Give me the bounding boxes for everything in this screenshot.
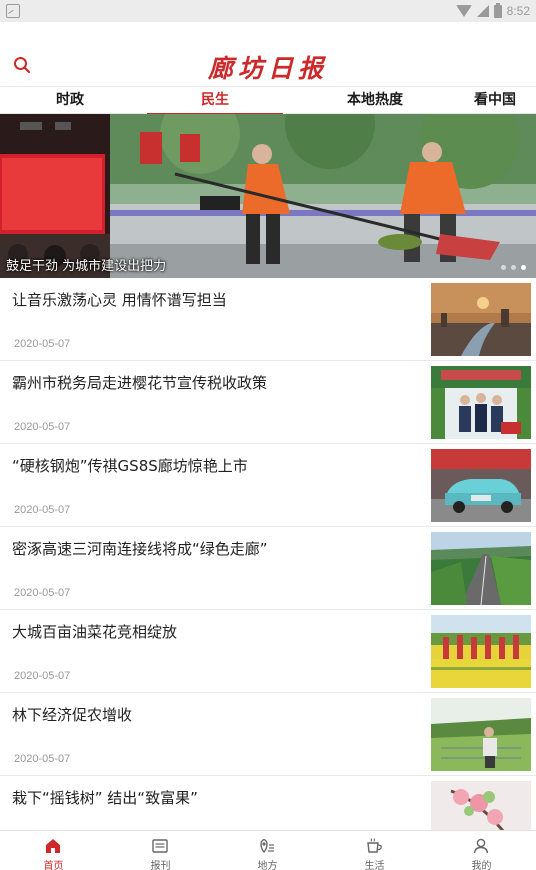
news-date: 2020-05-07 — [14, 670, 71, 682]
news-title: 林下经济促农增收 — [12, 706, 133, 724]
news-title: 大城百亩油菜花竞相绽放 — [12, 623, 178, 641]
status-bar: 8:52 — [0, 0, 536, 22]
nav-label: 报刊 — [150, 861, 171, 870]
news-thumbnail — [431, 283, 531, 356]
carousel-dot — [511, 265, 516, 270]
tab-local-hot[interactable]: 本地热度 — [318, 87, 432, 114]
news-date: 2020-05-07 — [14, 338, 71, 350]
banner-image — [0, 114, 536, 278]
wifi-icon — [455, 5, 472, 17]
news-thumbnail — [431, 698, 531, 771]
location-icon — [260, 838, 274, 854]
news-date: 2020-05-07 — [14, 587, 71, 599]
news-item[interactable]: “硬核钢炮”传祺GS8S廊坊惊艳上市 2020-05-07 — [0, 444, 536, 527]
home-icon — [46, 839, 60, 853]
news-date: 2020-05-07 — [14, 421, 71, 433]
news-item[interactable]: 大城百亩油菜花竞相绽放 2020-05-07 — [0, 610, 536, 693]
news-title: 霸州市税务局走进樱花节宣传税收政策 — [12, 374, 268, 392]
battery-icon — [493, 2, 502, 18]
nav-home[interactable]: 首页 — [0, 831, 107, 870]
news-thumbnail — [431, 449, 531, 522]
newspaper-icon — [152, 839, 168, 853]
news-item[interactable]: 林下经济促农增收 2020-05-07 — [0, 693, 536, 776]
news-thumbnail — [431, 615, 531, 688]
bottom-navigation: 首页 报刊 地方 生活 我的 — [0, 830, 536, 870]
status-time: 8:52 — [506, 4, 530, 18]
news-title: “硬核钢炮”传祺GS8S廊坊惊艳上市 — [12, 457, 248, 475]
nav-local[interactable]: 地方 — [214, 831, 321, 870]
app-logo: 廊坊日报 — [207, 54, 328, 83]
news-list: 让音乐激荡心灵 用情怀谱写担当 2020-05-07 霸州市税务局走进樱花节宣传… — [0, 278, 536, 859]
nav-life[interactable]: 生活 — [321, 831, 428, 870]
news-item[interactable]: 让音乐激荡心灵 用情怀谱写担当 2020-05-07 — [0, 278, 536, 361]
nav-label: 我的 — [471, 861, 492, 870]
category-tabs: 时政 民生 本地热度 看中国 — [0, 86, 536, 115]
nav-label: 地方 — [257, 861, 278, 870]
news-thumbnail — [431, 532, 531, 605]
news-title: 密涿高速三河南连接线将成“绿色走廊” — [12, 540, 268, 558]
nav-newspaper[interactable]: 报刊 — [107, 831, 214, 870]
banner-carousel[interactable]: 鼓足干劲 为城市建设出把力 — [0, 114, 536, 278]
news-date: 2020-05-07 — [14, 753, 71, 765]
banner-caption: 鼓足干劲 为城市建设出把力 — [6, 259, 167, 274]
nav-profile[interactable]: 我的 — [428, 831, 535, 870]
nav-label: 首页 — [43, 861, 64, 870]
tab-politics[interactable]: 时政 — [22, 87, 118, 114]
news-date: 2020-05-07 — [14, 504, 71, 516]
status-icons: 8:52 — [455, 2, 530, 20]
signal-icon — [476, 5, 489, 17]
tab-livelihood[interactable]: 民生 — [143, 87, 287, 115]
news-thumbnail — [431, 366, 531, 439]
image-notification-icon — [6, 4, 20, 18]
carousel-indicator — [501, 265, 526, 270]
tab-china[interactable]: 看中国 — [474, 87, 536, 114]
user-icon — [473, 838, 489, 854]
news-item[interactable]: 密涿高速三河南连接线将成“绿色走廊” 2020-05-07 — [0, 527, 536, 610]
cup-icon — [367, 838, 382, 853]
carousel-dot — [501, 265, 506, 270]
news-title: 让音乐激荡心灵 用情怀谱写担当 — [12, 291, 227, 309]
nav-label: 生活 — [364, 861, 385, 870]
carousel-dot-active — [521, 265, 526, 270]
app-header: 廊坊日报 — [0, 22, 536, 86]
news-title: 栽下“摇钱树” 结出“致富果” — [12, 789, 198, 807]
news-item[interactable]: 霸州市税务局走进樱花节宣传税收政策 2020-05-07 — [0, 361, 536, 444]
